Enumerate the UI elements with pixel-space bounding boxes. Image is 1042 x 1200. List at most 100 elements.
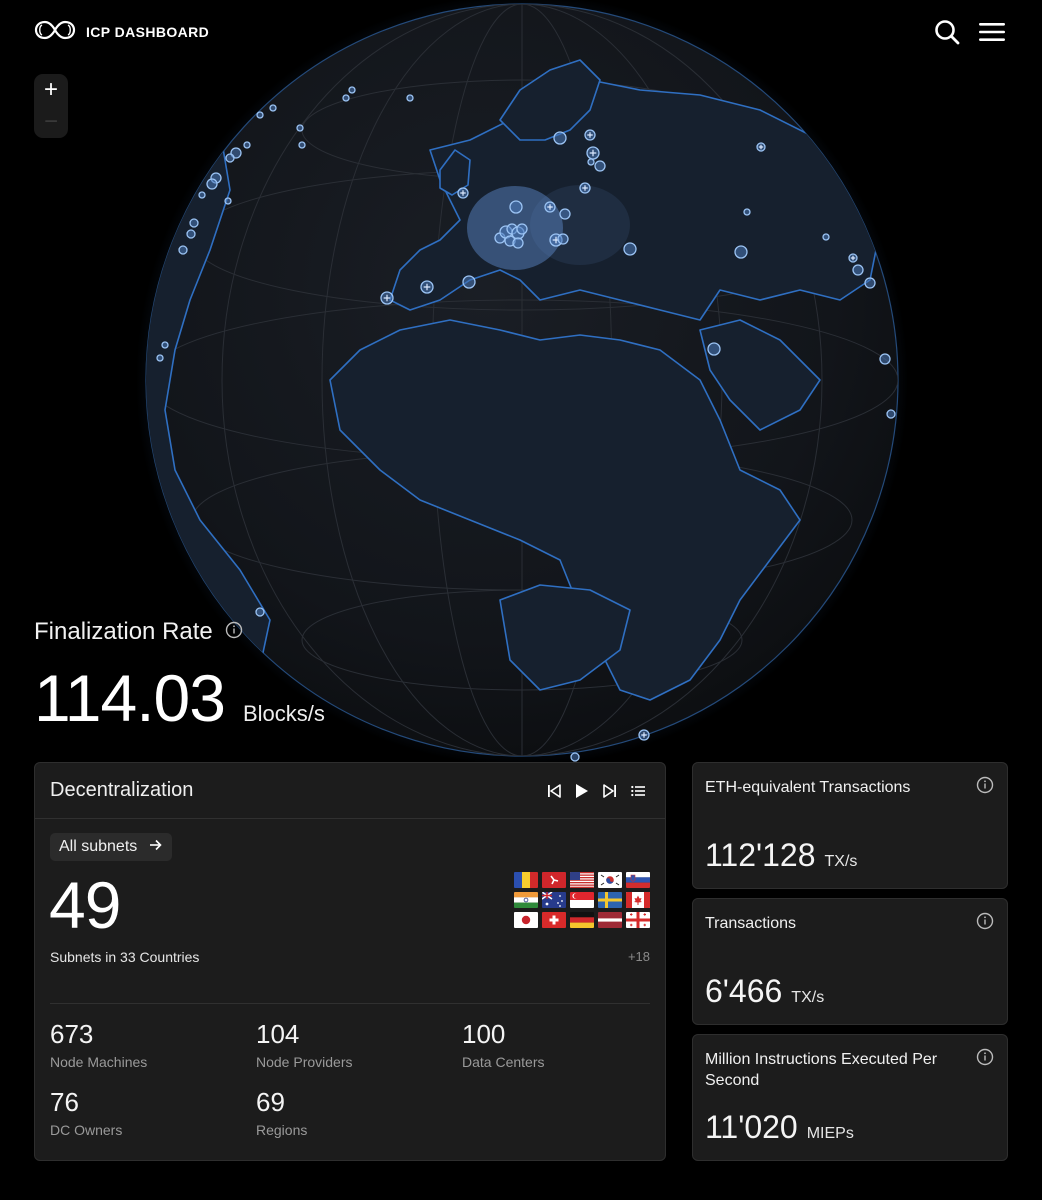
subnet-filter-button[interactable]: All subnets (50, 833, 173, 861)
node-marker[interactable] (189, 218, 199, 228)
stat-dc-owners: 76 DC Owners (50, 1087, 122, 1138)
flag-india (514, 892, 538, 908)
info-icon[interactable] (976, 776, 994, 799)
stat-label: Node Providers (256, 1054, 353, 1070)
metric-value: 6'466 (705, 973, 783, 1009)
flag-latvia (598, 912, 622, 928)
node-marker[interactable] (298, 141, 306, 149)
flag-georgia (626, 912, 650, 928)
more-countries-count[interactable]: +18 (628, 949, 650, 964)
subnet-caption: Subnets in 33 Countries (50, 949, 200, 965)
stat-label: Node Machines (50, 1054, 148, 1070)
node-cluster-glow (530, 185, 630, 265)
subnet-count: 49 (49, 868, 121, 942)
infinity-logo-icon (34, 19, 76, 46)
node-marker[interactable] (743, 208, 751, 216)
metric-unit: MIEPs (806, 1125, 854, 1142)
node-marker[interactable] (462, 275, 476, 289)
node-marker[interactable] (198, 191, 206, 199)
metric-unit: TX/s (824, 853, 858, 870)
metric-card-transactions: Transactions 6'466 TX/s (692, 898, 1008, 1025)
node-marker[interactable] (587, 158, 595, 166)
node-marker[interactable] (557, 233, 569, 245)
info-icon[interactable] (976, 912, 994, 935)
node-marker[interactable] (553, 131, 567, 145)
node-marker[interactable] (255, 607, 265, 617)
finalization-title: Finalization Rate (34, 618, 213, 645)
play-icon[interactable] (573, 782, 591, 800)
node-marker[interactable] (707, 342, 721, 356)
arrow-right-icon (149, 838, 162, 856)
node-marker[interactable] (509, 200, 523, 214)
node-marker[interactable] (161, 341, 169, 349)
decentralization-panel: Decentralization All subnets 49 Subnets … (34, 762, 666, 1161)
stat-data-centers: 100 Data Centers (462, 1019, 544, 1070)
node-marker[interactable] (852, 264, 864, 276)
node-marker[interactable] (406, 94, 414, 102)
skip-forward-icon[interactable] (601, 782, 619, 800)
menu-icon[interactable] (978, 21, 1006, 43)
brand[interactable]: ICP DASHBOARD (34, 19, 209, 46)
node-marker[interactable] (243, 141, 251, 149)
node-marker[interactable] (178, 245, 188, 255)
flag-romania (514, 872, 538, 888)
info-icon[interactable] (976, 1048, 994, 1071)
node-marker[interactable] (570, 752, 580, 762)
country-flags (514, 872, 650, 928)
skip-back-icon[interactable] (545, 782, 563, 800)
metric-title: ETH-equivalent Transactions (705, 779, 911, 796)
flag-canada (626, 892, 650, 908)
stat-regions: 69 Regions (256, 1087, 307, 1138)
node-marker[interactable] (296, 124, 304, 132)
metric-card-eth-transactions: ETH-equivalent Transactions 112'128 TX/s (692, 762, 1008, 889)
node-marker[interactable] (864, 277, 876, 289)
node-marker[interactable] (225, 153, 235, 163)
subnet-filter-label: All subnets (59, 838, 138, 855)
zoom-in-button[interactable]: + (34, 74, 68, 106)
stat-node-machines: 673 Node Machines (50, 1019, 147, 1070)
finalization-unit: Blocks/s (242, 701, 325, 726)
node-marker[interactable] (623, 242, 637, 256)
node-marker[interactable] (256, 111, 264, 119)
flag-isle-of-man (542, 872, 566, 888)
node-marker[interactable] (886, 409, 896, 419)
node-marker[interactable] (348, 86, 356, 94)
list-icon[interactable] (629, 782, 647, 800)
stat-node-providers: 104 Node Providers (256, 1019, 353, 1070)
metric-title: Million Instructions Executed Per Second (705, 1051, 938, 1089)
flag-slovenia (626, 872, 650, 888)
flag-australia (542, 892, 566, 908)
stat-value: 69 (256, 1087, 285, 1117)
node-marker[interactable] (269, 104, 277, 112)
decentralization-title: Decentralization (50, 779, 194, 801)
node-marker[interactable] (516, 223, 528, 235)
brand-name: ICP DASHBOARD (86, 24, 210, 40)
node-marker[interactable] (559, 208, 571, 220)
flag-japan (514, 912, 538, 928)
zoom-out-button[interactable]: − (34, 106, 68, 138)
node-marker[interactable] (342, 94, 350, 102)
node-marker[interactable] (224, 197, 232, 205)
stat-value: 76 (50, 1087, 79, 1117)
divider (50, 1003, 650, 1004)
flag-switzerland (542, 912, 566, 928)
node-marker[interactable] (512, 237, 524, 249)
node-marker[interactable] (186, 229, 196, 239)
node-marker[interactable] (206, 178, 218, 190)
node-marker[interactable] (594, 160, 606, 172)
metric-unit: TX/s (791, 989, 825, 1006)
flag-singapore (570, 892, 594, 908)
flag-germany (570, 912, 594, 928)
node-marker[interactable] (734, 245, 748, 259)
metric-value: 11'020 (705, 1109, 798, 1145)
info-icon[interactable] (225, 618, 243, 646)
search-icon[interactable] (934, 19, 960, 45)
node-marker[interactable] (822, 233, 830, 241)
stat-label: Data Centers (462, 1054, 545, 1070)
node-marker[interactable] (156, 354, 164, 362)
stat-label: Regions (256, 1122, 308, 1138)
flag-usa (570, 872, 594, 888)
zoom-controls: + − (34, 74, 68, 138)
node-marker[interactable] (879, 353, 891, 365)
finalization-rate: Finalization Rate 114.03 Blocks/s (34, 618, 325, 736)
